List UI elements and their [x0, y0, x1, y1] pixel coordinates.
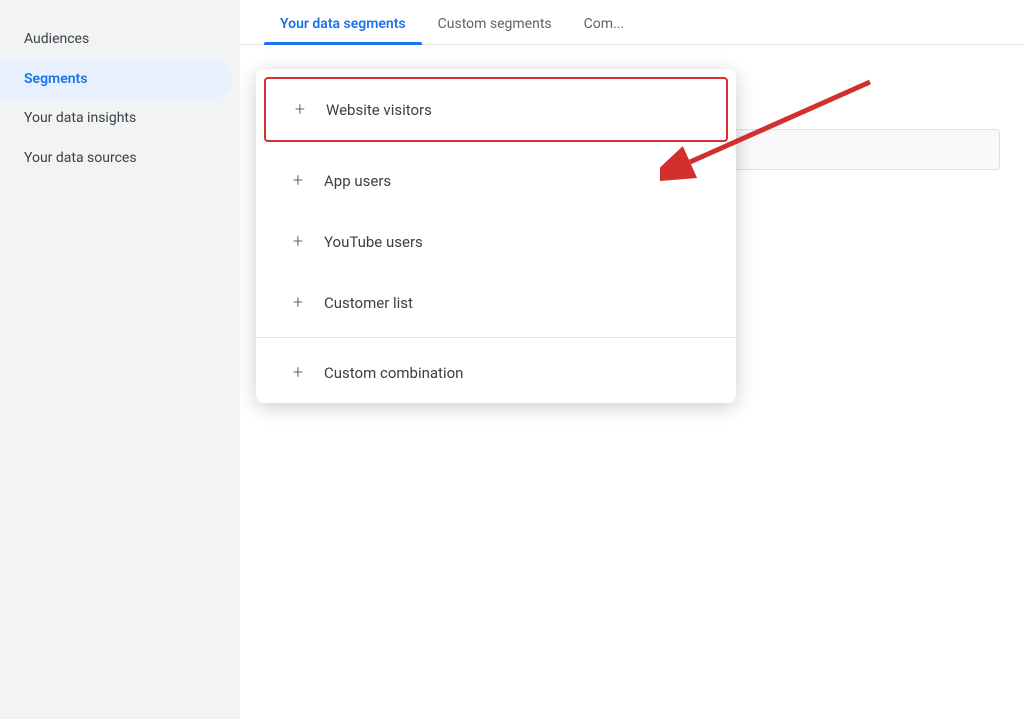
- dropdown-label-customer-list: Customer list: [324, 294, 413, 312]
- dropdown-item-customer-list[interactable]: + Customer list: [256, 272, 736, 333]
- dropdown-item-app-users[interactable]: + App users: [256, 150, 736, 211]
- sidebar: Audiences Segments Your data insights Yo…: [0, 0, 240, 719]
- sidebar-item-audiences[interactable]: Audiences: [0, 20, 232, 60]
- dropdown-divider: [256, 337, 736, 338]
- sidebar-item-your-data-sources[interactable]: Your data sources: [0, 139, 232, 179]
- dropdown-menu: + Website visitors + App users + YouTube…: [256, 69, 736, 403]
- dropdown-item-custom-combination[interactable]: + Custom combination: [256, 342, 736, 403]
- dropdown-label-youtube-users: YouTube users: [324, 233, 423, 251]
- plus-icon-youtube-users: +: [288, 231, 308, 252]
- dropdown-item-youtube-users[interactable]: + YouTube users: [256, 211, 736, 272]
- tab-combined[interactable]: Com...: [568, 0, 640, 44]
- dropdown-label-app-users: App users: [324, 172, 391, 190]
- main-content: Your data segments Custom segments Com..…: [240, 0, 1024, 719]
- dropdown-label-website-visitors: Website visitors: [326, 101, 432, 119]
- plus-icon-custom-combination: +: [288, 362, 308, 383]
- tab-custom-segments[interactable]: Custom segments: [422, 0, 568, 44]
- dropdown-item-website-visitors[interactable]: + Website visitors: [264, 77, 728, 142]
- plus-icon-website-visitors: +: [290, 99, 310, 120]
- plus-icon-app-users: +: [288, 170, 308, 191]
- tab-your-data-segments[interactable]: Your data segments: [264, 0, 422, 44]
- sidebar-item-segments[interactable]: Segments: [0, 60, 232, 100]
- content-area: a sources on your conversion tracking t.…: [240, 45, 1024, 719]
- sidebar-item-your-data-insights[interactable]: Your data insights: [0, 99, 232, 139]
- plus-icon-customer-list: +: [288, 292, 308, 313]
- dropdown-label-custom-combination: Custom combination: [324, 364, 463, 382]
- tabs-bar: Your data segments Custom segments Com..…: [240, 0, 1024, 45]
